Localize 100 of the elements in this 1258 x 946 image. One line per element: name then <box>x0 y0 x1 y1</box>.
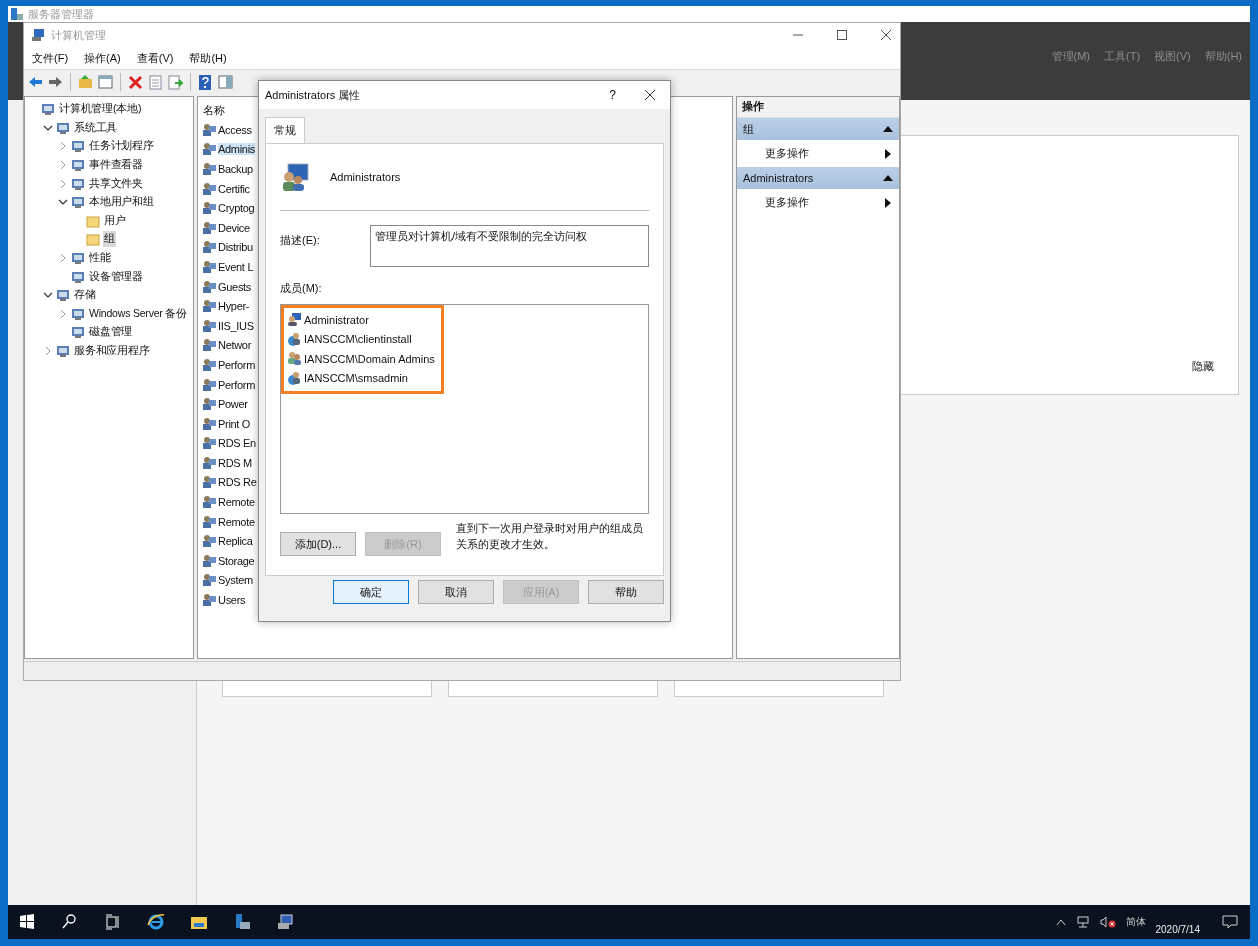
user-globe-icon <box>287 331 302 347</box>
list-item[interactable]: RDS M <box>218 456 252 469</box>
list-item[interactable]: Remote <box>218 496 255 509</box>
tree-item[interactable]: 用户 <box>103 212 127 229</box>
list-item[interactable]: IANSCCM\smsadmin <box>304 372 408 385</box>
tree-item[interactable]: 任务计划程序 <box>88 138 155 155</box>
hide-link[interactable]: 隐藏 <box>1192 359 1214 374</box>
group-icon <box>202 259 216 274</box>
tree-item[interactable]: 事件查看器 <box>88 157 144 174</box>
button[interactable]: 确定 <box>333 580 409 604</box>
dialog-title: Administrators 属性 <box>265 87 362 103</box>
console-node-icon <box>71 195 85 210</box>
export-icon[interactable] <box>167 73 184 91</box>
tree-item[interactable]: Windows Server 备份 <box>88 305 188 322</box>
tree-item[interactable]: 共享文件夹 <box>88 175 144 192</box>
list-item[interactable]: Distribu <box>218 241 253 254</box>
windows-logo-icon[interactable] <box>18 913 36 931</box>
tree-item[interactable]: 本地用户和组 <box>88 194 155 211</box>
list-item[interactable]: Cryptog <box>218 202 255 215</box>
chevron-right-icon[interactable] <box>43 346 53 356</box>
group-icon <box>202 495 216 510</box>
menu-item[interactable]: 文件(F) <box>32 50 69 66</box>
tree-item[interactable]: 系统工具 <box>73 119 119 136</box>
tree-item[interactable]: 服务和应用程序 <box>73 343 151 359</box>
tree-item[interactable]: 组 <box>103 231 116 248</box>
list-item[interactable]: IANSCCM\clientinstall <box>304 333 412 346</box>
list-item[interactable]: Hyper- <box>218 300 250 313</box>
list-item[interactable]: System <box>218 574 253 587</box>
task-view-icon[interactable] <box>104 913 122 931</box>
button[interactable]: 添加(D)... <box>280 532 356 556</box>
list-item[interactable]: Storage <box>218 554 255 567</box>
group-icon <box>202 318 216 333</box>
list-item[interactable]: Device <box>218 221 250 234</box>
button[interactable]: 取消 <box>418 580 494 604</box>
list-item[interactable]: Print O <box>218 417 251 430</box>
chevron-right-icon[interactable] <box>58 308 68 319</box>
tree-item[interactable]: 设备管理器 <box>88 268 144 285</box>
list-item[interactable]: Backup <box>218 163 253 175</box>
group-icon <box>202 377 216 392</box>
list-item[interactable]: Perform <box>218 378 256 391</box>
tab[interactable]: 常规 <box>265 117 305 143</box>
section-header[interactable]: 组 <box>737 118 899 140</box>
maximize-icon[interactable] <box>836 29 848 41</box>
menu-item[interactable]: 帮助(H) <box>189 50 227 66</box>
action-item[interactable]: 更多操作 <box>765 146 809 161</box>
help-icon[interactable] <box>197 73 214 91</box>
chevron-right-icon[interactable] <box>58 141 68 152</box>
folder-up-icon[interactable] <box>77 73 94 91</box>
browser-icon[interactable] <box>147 913 165 931</box>
computer-icon[interactable] <box>276 913 294 931</box>
tree-item[interactable]: 磁盘管理 <box>88 324 134 341</box>
help-button[interactable]: ? <box>609 88 616 102</box>
list-item[interactable]: Perform <box>218 358 256 371</box>
speaker-muted-icon[interactable] <box>1099 916 1116 928</box>
clock-date[interactable]: 2020/7/14 <box>1155 909 1200 935</box>
console-node-icon <box>71 251 85 266</box>
tree-item[interactable]: 计算机管理(本地) <box>58 101 143 118</box>
input-method-indicator[interactable]: 简体 <box>1125 915 1146 929</box>
list-item[interactable]: Event L <box>218 260 254 273</box>
section-header[interactable]: Administrators <box>737 167 899 189</box>
list-item[interactable]: RDS Re <box>218 476 257 489</box>
list-item[interactable]: IANSCCM\Domain Admins <box>304 352 435 365</box>
close-icon[interactable] <box>880 29 892 41</box>
chevron-right-icon[interactable] <box>58 160 68 171</box>
chevron-right-icon[interactable] <box>58 178 68 189</box>
action-item[interactable]: 更多操作 <box>765 195 809 210</box>
group-icon <box>202 397 216 412</box>
delete-icon[interactable] <box>127 73 144 91</box>
group-icon <box>202 122 216 137</box>
list-item[interactable]: RDS En <box>218 437 256 450</box>
list-item[interactable]: Administrator <box>304 313 369 326</box>
list-item[interactable]: Access <box>218 123 252 136</box>
list-item[interactable]: Remote <box>218 515 255 528</box>
note-text: 直到下一次用户登录时对用户的组成员关系的更改才生效。 <box>456 521 644 552</box>
menu-item[interactable]: 查看(V) <box>136 50 174 66</box>
list-item[interactable]: Users <box>218 594 246 607</box>
tree-item[interactable]: 存储 <box>73 287 97 304</box>
menu-item[interactable]: 操作(A) <box>84 50 121 66</box>
notification-icon[interactable] <box>1222 914 1238 930</box>
tree-item[interactable]: 性能 <box>88 250 112 267</box>
list-item[interactable]: Power <box>218 398 248 411</box>
list-item[interactable]: Guests <box>218 280 252 293</box>
chevron-right-icon[interactable] <box>58 253 68 264</box>
chevron-up-icon[interactable] <box>1055 918 1066 926</box>
group-icon <box>202 142 216 157</box>
search-icon[interactable] <box>61 913 79 931</box>
group-icon <box>202 475 216 490</box>
list-item[interactable]: Networ <box>218 339 252 352</box>
list-item[interactable]: Certific <box>218 182 250 195</box>
description-field[interactable]: 管理员对计算机/域有不受限制的完全访问权 <box>370 225 649 267</box>
console-node-icon <box>71 306 85 321</box>
group-icon <box>202 455 216 470</box>
group-icon <box>202 514 216 529</box>
close-icon[interactable] <box>644 89 656 101</box>
list-item[interactable]: Replica <box>218 535 253 548</box>
list-item[interactable]: Adminis <box>218 143 256 156</box>
network-icon[interactable] <box>1075 916 1090 928</box>
list-item[interactable]: IIS_IUS <box>218 319 254 332</box>
server-icon[interactable] <box>233 913 251 931</box>
button[interactable]: 帮助 <box>588 580 664 604</box>
